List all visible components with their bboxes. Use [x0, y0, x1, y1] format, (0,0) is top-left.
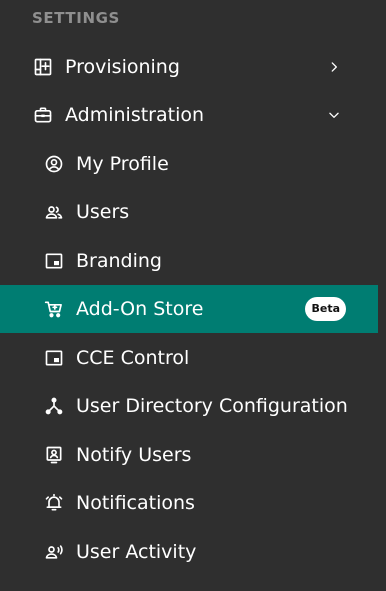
settings-section-title: SETTINGS: [32, 9, 120, 27]
grid-plus-icon: [32, 56, 54, 78]
user-activity-icon: [43, 541, 65, 563]
nav-item-notifications[interactable]: Notifications: [0, 479, 378, 527]
cart-icon: [43, 298, 65, 320]
nav-item-user-directory-configuration-label: User Directory Configuration: [76, 395, 348, 417]
nav-item-provisioning[interactable]: Provisioning: [0, 43, 378, 91]
hierarchy-icon: [43, 395, 65, 417]
window-icon: [43, 347, 65, 369]
nav-item-my-profile[interactable]: My Profile: [0, 140, 378, 188]
nav-item-user-activity-label: User Activity: [76, 541, 197, 563]
nav-item-cce-control[interactable]: CCE Control: [0, 334, 378, 382]
users-icon: [43, 201, 65, 223]
nav-item-add-on-store-label: Add-On Store: [76, 298, 204, 320]
chevron-down-icon: [324, 105, 344, 125]
nav-item-branding[interactable]: Branding: [0, 237, 378, 285]
nav-item-user-activity[interactable]: User Activity: [0, 528, 378, 576]
nav-item-provisioning-label: Provisioning: [65, 56, 180, 78]
nav-item-branding-label: Branding: [76, 250, 162, 272]
beta-badge: Beta: [305, 297, 346, 321]
nav-item-notify-users-label: Notify Users: [76, 444, 192, 466]
chevron-right-icon: [324, 57, 344, 77]
nav-item-my-profile-label: My Profile: [76, 153, 169, 175]
account-circle-icon: [43, 153, 65, 175]
notify-user-icon: [43, 444, 65, 466]
nav-item-add-on-store[interactable]: Add-On Store Beta: [0, 285, 378, 333]
alarm-bell-icon: [43, 492, 65, 514]
briefcase-icon: [32, 104, 54, 126]
nav-item-users-label: Users: [76, 201, 130, 223]
nav-item-administration[interactable]: Administration: [0, 91, 378, 139]
nav-item-user-directory-configuration[interactable]: User Directory Configuration: [0, 382, 378, 430]
nav-item-users[interactable]: Users: [0, 188, 378, 236]
branding-icon: [43, 250, 65, 272]
nav-item-administration-label: Administration: [65, 104, 205, 126]
settings-sidebar: SETTINGS Provisioning Administration My …: [0, 0, 386, 591]
nav-item-notifications-label: Notifications: [76, 492, 195, 514]
nav-item-cce-control-label: CCE Control: [76, 347, 190, 369]
nav-item-notify-users[interactable]: Notify Users: [0, 431, 378, 479]
